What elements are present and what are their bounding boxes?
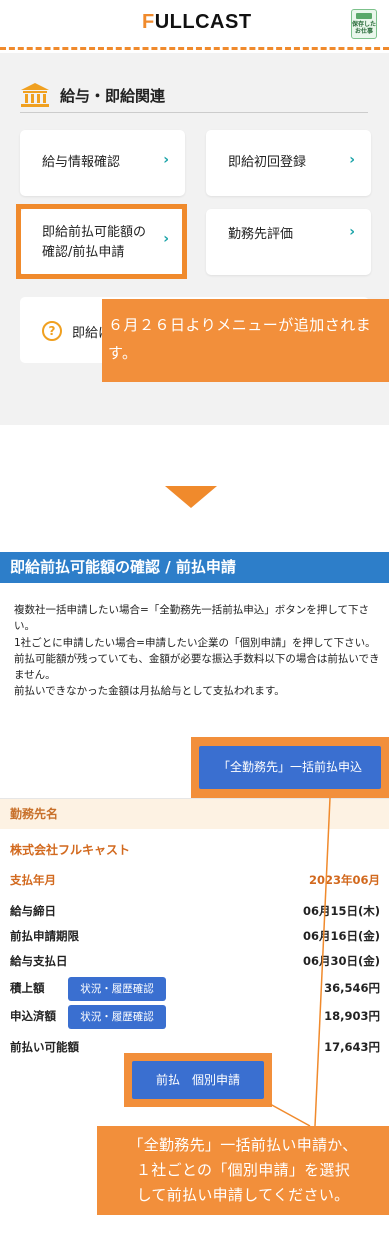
bank-icon (20, 82, 50, 108)
bulk-button-highlight: 「全勤務先」一括前払申込 (191, 737, 389, 798)
row-value: 2023年06月 (308, 873, 380, 887)
application-deadline-row: 前払申請期限 06月16日(金) (10, 925, 380, 947)
individual-advance-button[interactable]: 前払 個別申請 (132, 1061, 264, 1099)
individual-button-highlight: 前払 個別申請 (124, 1053, 272, 1107)
row-value: 06月16日(金) (302, 929, 380, 943)
row-label: 前払申請期限 (10, 929, 79, 943)
folder-icon (356, 13, 372, 19)
divider (20, 112, 368, 113)
section-heading: 給与・即給関連 (20, 80, 165, 110)
row-label: 給与締日 (10, 904, 56, 918)
history-button[interactable]: 状況・履歴確認 (68, 977, 166, 1001)
row-label: 支払年月 (10, 873, 56, 887)
highlight-frame (16, 204, 187, 279)
row-value: 18,903円 (324, 1009, 380, 1023)
row-value: 06月30日(金) (302, 954, 380, 968)
menu-card-label: 勤務先評価 (228, 227, 294, 242)
row-value: 06月15日(木) (302, 904, 380, 918)
row-value: 36,546円 (324, 981, 380, 995)
chevron-right-icon: › (349, 224, 355, 240)
down-arrow-icon (165, 486, 217, 508)
workplace-header: 勤務先名 (0, 799, 389, 829)
menu-card-label: 給与情報確認 (42, 155, 121, 170)
closing-date-row: 給与締日 06月15日(木) (10, 900, 380, 922)
menu-card-label: 即給初回登録 (228, 155, 307, 170)
instruction-line: 前払可能額が残っていても、金額が必要な振込手数料以下の場合は前払いできません。 (14, 652, 380, 682)
row-label: 給与支払日 (10, 954, 68, 968)
applied-amount-row: 申込済額 状況・履歴確認 18,903円 (10, 1005, 380, 1030)
payday-row: 給与支払日 06月30日(金) (10, 950, 380, 972)
chevron-right-icon: › (349, 152, 355, 168)
accumulated-amount-row: 積上額 状況・履歴確認 36,546円 (10, 977, 380, 1002)
instructions: 複数社一括申請したい場合=「全勤務先一括前払申込」ボタンを押して下さい。 1社ご… (14, 602, 382, 700)
app-header: FULLCAST 保存した お仕事 (0, 0, 389, 50)
instruction-line: 1社ごとに申請したい場合=申請したい企業の「個別申請」を押して下さい。 (14, 636, 376, 649)
instruction-line: 複数社一括申請したい場合=「全勤務先一括前払申込」ボタンを押して下さい。 (14, 604, 369, 633)
logo-initial: F (142, 11, 155, 33)
row-label: 前払い可能額 (10, 1040, 79, 1054)
section-title: 給与・即給関連 (60, 86, 166, 105)
page-title: 即給前払可能額の確認 / 前払申請 (0, 552, 389, 583)
instruction-line: 前払いできなかった金額は月払給与として支払われます。 (14, 685, 285, 698)
salary-menu-section: 給与・即給関連 給与情報確認 › 即給初回登録 › 即給前払可能額の 確認/前払… (0, 53, 389, 425)
row-label: 申込済額 (10, 1009, 56, 1023)
payment-month-row: 支払年月 2023年06月 (10, 869, 380, 891)
history-button[interactable]: 状況・履歴確認 (68, 1005, 166, 1029)
saved-jobs-label: 保存した お仕事 (352, 21, 377, 35)
bulk-advance-button[interactable]: 「全勤務先」一括前払申込 (199, 746, 381, 789)
logo-text: ULLCAST (154, 11, 252, 33)
fullcast-logo[interactable]: FULLCAST (142, 11, 252, 34)
row-label: 積上額 (10, 981, 45, 995)
company-name: 株式会社フルキャスト (10, 843, 131, 857)
chevron-right-icon: › (163, 152, 169, 168)
menu-card-instant-registration[interactable]: 即給初回登録 › (206, 130, 371, 196)
row-value: 17,643円 (324, 1040, 380, 1054)
menu-card-workplace-rating[interactable]: 勤務先評価 › (206, 209, 371, 275)
menu-card-salary-info[interactable]: 給与情報確認 › (20, 130, 185, 196)
announcement-callout: ６月２６日よりメニューが追加されます。 (102, 299, 389, 382)
question-icon: ? (42, 321, 62, 341)
instruction-callout: 「全勤務先」一括前払い申請か、 １社ごとの「個別申請」を選択 して前払い申請して… (97, 1126, 389, 1215)
saved-jobs-button[interactable]: 保存した お仕事 (351, 9, 377, 39)
